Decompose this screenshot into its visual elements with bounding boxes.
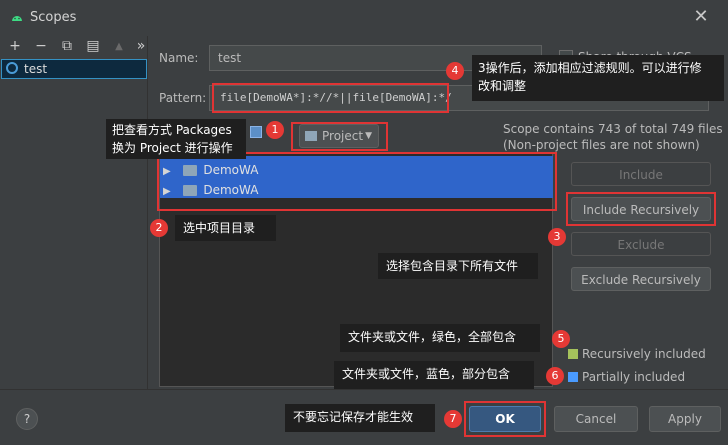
callout-1-line1: 把查看方式 Packages — [112, 123, 232, 137]
scope-info-line1: Scope contains 743 of total 749 files — [503, 122, 723, 136]
callout-5: 文件夹或文件，绿色，全部包含 — [340, 324, 540, 352]
android-logo-icon — [12, 16, 22, 21]
legend-green-swatch — [568, 349, 578, 359]
callout-4-line2: 改和调整 — [478, 79, 527, 93]
callout-1: 把查看方式 Packages 换为 Project 进行操作 — [106, 119, 246, 159]
exclude-recursively-button[interactable]: Exclude Recursively — [571, 267, 711, 291]
pattern-label: Pattern: — [159, 91, 207, 105]
scope-info-line2: (Non-project files are not shown) — [503, 138, 700, 152]
view-toggle-icon[interactable] — [250, 126, 262, 138]
copy-icon[interactable]: ⧉ — [58, 38, 76, 54]
more-icon[interactable]: » — [132, 38, 150, 54]
save-icon[interactable]: ▤ — [84, 38, 102, 54]
highlight-include-recursively — [566, 192, 716, 226]
apply-button[interactable]: Apply — [649, 406, 721, 432]
exclude-button[interactable]: Exclude — [571, 232, 711, 256]
callout-7: 不要忘记保存才能生效 — [285, 404, 435, 432]
highlight-tree — [157, 152, 557, 211]
callout-3: 选择包含目录下所有文件 — [378, 253, 538, 279]
callout-badge-2: 2 — [150, 219, 168, 237]
callout-6: 文件夹或文件，蓝色，部分包含 — [334, 361, 534, 389]
close-icon[interactable]: ✕ — [690, 6, 712, 27]
highlight-project-dropdown — [291, 122, 388, 151]
cancel-button[interactable]: Cancel — [554, 406, 638, 432]
callout-badge-7: 7 — [444, 410, 462, 428]
callout-badge-6: 6 — [546, 367, 564, 385]
callout-2: 选中项目目录 — [175, 215, 276, 241]
scope-list-item[interactable] — [1, 59, 147, 79]
remove-icon[interactable]: − — [32, 38, 50, 54]
callout-4: 3操作后，添加相应过滤规则。可以进行修 改和调整 — [472, 55, 724, 101]
callout-badge-1: 1 — [266, 121, 284, 139]
callout-badge-5: 5 — [552, 330, 570, 348]
move-up-icon[interactable]: ▲ — [110, 41, 128, 52]
scopes-list-pane — [0, 36, 148, 389]
legend-blue-swatch — [568, 372, 578, 382]
legend-recursive-label: Recursively included — [582, 347, 706, 361]
highlight-ok — [464, 401, 546, 437]
window-title: Scopes — [30, 10, 77, 25]
include-button[interactable]: Include — [571, 162, 711, 186]
callout-badge-4: 4 — [446, 62, 464, 80]
callout-4-line1: 3操作后，添加相应过滤规则。可以进行修 — [478, 61, 702, 75]
legend-partial-label: Partially included — [582, 370, 686, 384]
scope-icon — [6, 62, 18, 74]
title-bar — [0, 0, 728, 36]
help-icon[interactable]: ? — [16, 408, 38, 430]
callout-1-line2: 换为 Project 进行操作 — [112, 141, 233, 155]
callout-badge-3: 3 — [548, 228, 566, 246]
add-icon[interactable]: + — [6, 38, 24, 54]
name-label: Name: — [159, 51, 199, 65]
scope-label: test — [24, 62, 48, 76]
highlight-pattern — [212, 83, 449, 113]
